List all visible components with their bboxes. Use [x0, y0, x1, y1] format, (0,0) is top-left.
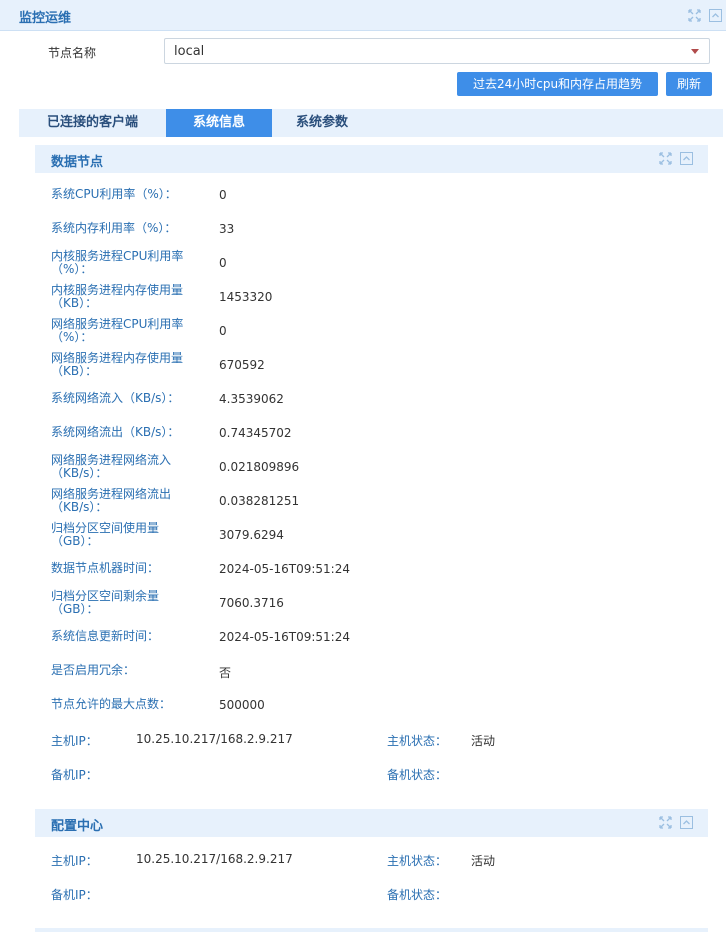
node-name-label: 节点名称: [48, 46, 97, 60]
row-label: 归档分区空间使用量（GB）：: [51, 521, 160, 548]
row-label: 节点允许的最大点数：: [51, 697, 172, 711]
fullscreen-icon[interactable]: [688, 9, 701, 22]
section-tools: [659, 816, 693, 829]
tab-bar: 已连接的客户端 系统信息 系统参数: [19, 109, 723, 137]
row-value: 2024-05-16T09:51:24: [219, 630, 350, 644]
row-value: 否: [219, 666, 232, 680]
row-value: 4.3539062: [219, 392, 284, 406]
row-value: 500000: [219, 698, 265, 712]
row-value: 0.038281251: [219, 494, 300, 508]
host-ip-value: 10.25.10.217/168.2.9.217: [136, 732, 293, 746]
host-status-value: 活动: [471, 734, 496, 748]
row-value: 670592: [219, 358, 265, 372]
collapse-icon[interactable]: [709, 9, 722, 22]
standby-ip-label: 备机IP：: [51, 768, 98, 782]
row-value: 0: [219, 188, 227, 202]
row-value: 7060.3716: [219, 596, 284, 610]
tab-system-params[interactable]: 系统参数: [272, 109, 372, 137]
row-label: 内核服务进程内存使用量（KB）：: [51, 283, 184, 310]
panel-tools: [688, 9, 722, 22]
collapse-icon[interactable]: [680, 816, 693, 829]
standby-ip-label: 备机IP：: [51, 888, 98, 902]
data-node-title: 数据节点: [51, 155, 104, 170]
row-label: 系统内存利用率（%）：: [51, 221, 177, 235]
section-tools: [659, 152, 693, 165]
row-label: 系统网络流出（KB/s）：: [51, 425, 180, 439]
next-section-header: [35, 928, 708, 932]
row-label: 归档分区空间剩余量（GB）：: [51, 589, 160, 616]
host-status-label: 主机状态：: [387, 854, 448, 868]
row-label: 是否启用冗余：: [51, 663, 136, 677]
collapse-icon[interactable]: [680, 152, 693, 165]
data-node-header: 数据节点: [35, 145, 708, 173]
standby-status-label: 备机状态：: [387, 768, 448, 782]
row-label: 网络服务进程CPU利用率（%）：: [51, 317, 184, 344]
host-ip-value: 10.25.10.217/168.2.9.217: [136, 852, 293, 866]
row-value: 0: [219, 256, 227, 270]
row-label: 网络服务进程内存使用量（KB）：: [51, 351, 184, 378]
host-ip-label: 主机IP：: [51, 854, 98, 868]
chevron-down-icon[interactable]: [691, 49, 699, 54]
row-value: 0: [219, 324, 227, 338]
trend-button[interactable]: 过去24小时cpu和内存占用趋势: [457, 72, 658, 96]
fullscreen-icon[interactable]: [659, 152, 672, 165]
row-value: 2024-05-16T09:51:24: [219, 562, 350, 576]
row-label: 系统网络流入（KB/s）：: [51, 391, 180, 405]
row-value: 0.74345702: [219, 426, 292, 440]
row-label: 系统CPU利用率（%）：: [51, 187, 177, 201]
node-select-value: local: [174, 44, 205, 59]
fullscreen-icon[interactable]: [659, 816, 672, 829]
tab-connected-clients[interactable]: 已连接的客户端: [19, 109, 166, 137]
row-label: 内核服务进程CPU利用率（%）：: [51, 249, 184, 276]
tab-system-info[interactable]: 系统信息: [166, 109, 272, 137]
row-label: 系统信息更新时间：: [51, 629, 160, 643]
panel-header: 监控运维: [0, 0, 726, 31]
config-center-header: 配置中心: [35, 809, 708, 837]
host-status-value: 活动: [471, 854, 496, 868]
config-center-title: 配置中心: [51, 819, 104, 834]
panel-title: 监控运维: [19, 11, 72, 26]
row-value: 3079.6294: [219, 528, 284, 542]
host-ip-label: 主机IP：: [51, 734, 98, 748]
host-status-label: 主机状态：: [387, 734, 448, 748]
row-value: 33: [219, 222, 235, 236]
row-value: 0.021809896: [219, 460, 300, 474]
row-label: 网络服务进程网络流出（KB/s）：: [51, 487, 172, 514]
node-select[interactable]: local: [164, 38, 710, 64]
standby-status-label: 备机状态：: [387, 888, 448, 902]
row-label: 数据节点机器时间：: [51, 561, 160, 575]
refresh-button[interactable]: 刷新: [666, 72, 712, 96]
row-label: 网络服务进程网络流入（KB/s）：: [51, 453, 172, 480]
row-value: 1453320: [219, 290, 273, 304]
